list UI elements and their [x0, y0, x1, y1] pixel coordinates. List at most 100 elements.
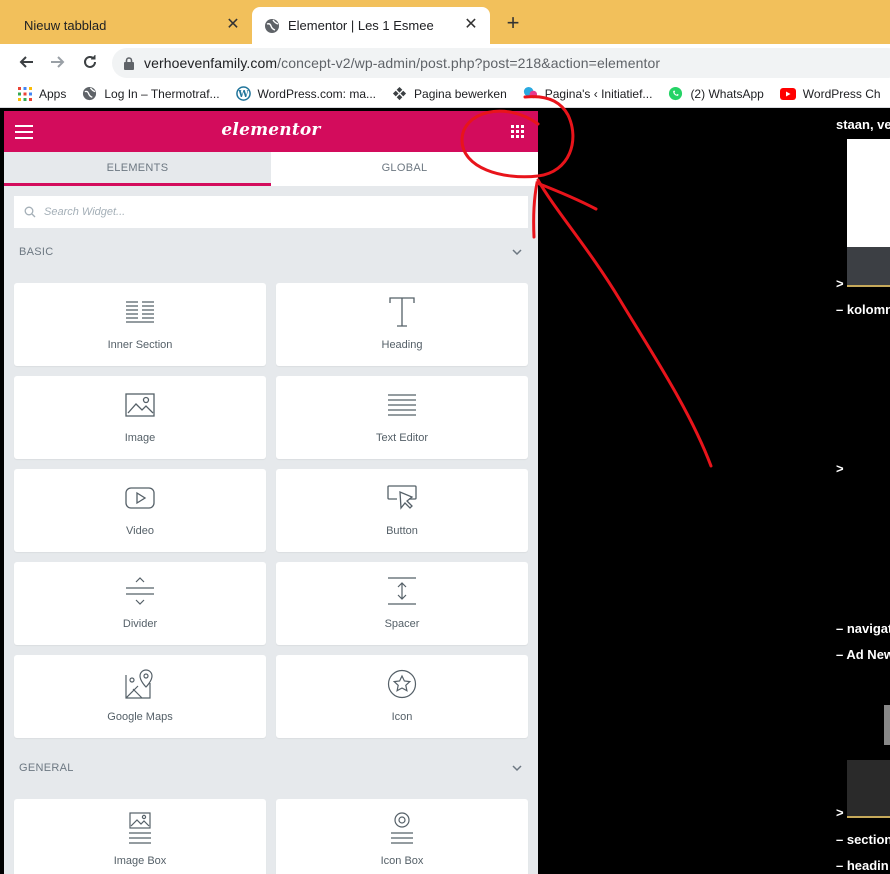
widget-label: Heading	[381, 339, 423, 351]
widget-label: Icon Box	[380, 855, 424, 867]
close-tab-icon[interactable]: ✕	[462, 16, 480, 34]
bookmark-label: (2) WhatsApp	[690, 86, 764, 101]
heading-icon	[389, 297, 415, 327]
category-basic-title[interactable]: BASIC	[19, 246, 54, 258]
page-preview[interactable]: staan, ve > – kolomn > – navigat – Ad Ne…	[538, 111, 890, 874]
bookmark-label: Pagina's ‹ Initiatief...	[544, 86, 653, 101]
search-icon	[24, 206, 36, 218]
panel-tabs: ELEMENTS GLOBAL	[4, 152, 538, 186]
browser-tab-new-tab[interactable]: Nieuw tabblad ✕	[0, 7, 252, 44]
widget-label: Text Editor	[376, 432, 428, 444]
whatsapp-icon	[669, 86, 683, 101]
bookmark-paginas-initiatief[interactable]: Pagina's ‹ Initiatief...	[523, 86, 653, 101]
widget-label: Video	[126, 525, 154, 537]
star-icon	[387, 669, 417, 699]
youtube-icon	[779, 87, 796, 100]
inner-section-icon	[126, 301, 154, 323]
button-icon	[387, 485, 417, 510]
bookmark-label: Apps	[39, 86, 67, 101]
preview-text-line: – headin	[836, 858, 889, 873]
widget-divider[interactable]: Divider	[14, 562, 266, 645]
widget-spacer[interactable]: Spacer	[276, 562, 528, 645]
text-editor-icon	[388, 394, 416, 416]
preview-text-line: >	[836, 276, 844, 291]
preview-text-line: – navigat	[836, 621, 890, 636]
elementor-panel: elementor ELEMENTS GLOBAL Search Widget.…	[4, 111, 538, 874]
widget-button[interactable]: Button	[276, 469, 528, 552]
browser-toolbar: verhoevenfamily.com/concept-v2/wp-admin/…	[0, 44, 890, 80]
widget-video[interactable]: Video	[14, 469, 266, 552]
bookmark-label: Pagina bewerken	[414, 86, 507, 101]
widgets-grid-icon[interactable]	[511, 125, 524, 138]
bookmark-apps[interactable]: Apps	[18, 86, 67, 101]
apps-grid-icon	[18, 86, 32, 101]
globe-icon	[83, 86, 97, 101]
tab-title: Nieuw tabblad	[24, 18, 107, 33]
new-tab-button[interactable]: +	[502, 12, 524, 34]
bookmark-whatsapp[interactable]: (2) WhatsApp	[668, 86, 764, 101]
globe-icon	[265, 18, 279, 33]
elementor-panel-header: elementor	[4, 111, 538, 152]
widget-label: Button	[386, 525, 418, 537]
bookmark-wordpress-com[interactable]: W WordPress.com: ma...	[235, 86, 377, 101]
preview-thumbnail	[884, 705, 890, 745]
widget-label: Inner Section	[107, 339, 173, 351]
image-box-icon	[129, 812, 151, 844]
tab-title: Elementor | Les 1 Esmee	[288, 18, 434, 33]
widget-label: Google Maps	[107, 711, 173, 723]
lock-icon	[124, 56, 134, 70]
preview-text-line: >	[836, 805, 844, 820]
preview-text-line: – section	[836, 832, 890, 847]
forward-arrow-icon[interactable]	[46, 50, 70, 74]
preview-text-line: – kolomn	[836, 302, 890, 317]
widget-text-editor[interactable]: Text Editor	[276, 376, 528, 459]
tab-global[interactable]: GLOBAL	[271, 152, 538, 186]
video-icon	[125, 487, 155, 509]
elementor-logo: elementor	[221, 120, 321, 140]
reload-icon[interactable]	[78, 50, 102, 74]
widget-inner-section[interactable]: Inner Section	[14, 283, 266, 366]
back-arrow-icon[interactable]	[14, 50, 38, 74]
widget-image-box[interactable]: Image Box	[14, 799, 266, 874]
widget-icon-box[interactable]: Icon Box	[276, 799, 528, 874]
widget-heading[interactable]: Heading	[276, 283, 528, 366]
bookmark-wordpress-ch[interactable]: WordPress Ch	[779, 86, 881, 101]
preview-thumbnail	[847, 139, 890, 287]
url-path: /concept-v2/wp-admin/post.php?post=218&a…	[277, 55, 661, 71]
google-maps-icon	[125, 669, 153, 699]
bookmark-label: WordPress Ch	[802, 86, 881, 101]
bookmark-icon	[523, 86, 537, 99]
widget-icon[interactable]: Icon	[276, 655, 528, 738]
wordpress-icon: W	[235, 86, 251, 101]
address-bar[interactable]: verhoevenfamily.com/concept-v2/wp-admin/…	[112, 48, 890, 78]
search-widget-input[interactable]: Search Widget...	[14, 196, 528, 228]
preview-text-line: staan, ve	[836, 117, 890, 132]
bookmark-pagina-bewerken[interactable]: Pagina bewerken	[392, 86, 507, 101]
bookmarks-bar: Apps Log In – Thermotraf... W WordPress.…	[0, 80, 890, 108]
widget-label: Icon	[391, 711, 413, 723]
widget-image[interactable]: Image	[14, 376, 266, 459]
chevron-down-icon[interactable]	[512, 763, 522, 773]
chevron-down-icon[interactable]	[512, 247, 522, 257]
widget-label: Image Box	[113, 855, 167, 867]
image-icon	[125, 393, 155, 417]
preview-text-line: – Ad New	[836, 647, 890, 662]
divider-icon	[126, 577, 154, 605]
url-domain: verhoevenfamily.com	[144, 55, 278, 71]
widget-google-maps[interactable]: Google Maps	[14, 655, 266, 738]
browser-tab-strip: Nieuw tabblad ✕ Elementor | Les 1 Esmee …	[0, 0, 890, 44]
icon-box-icon	[391, 812, 413, 844]
widget-label: Image	[124, 432, 156, 444]
category-general-title[interactable]: GENERAL	[19, 762, 74, 774]
browser-tab-elementor[interactable]: Elementor | Les 1 Esmee ✕	[252, 7, 490, 44]
bookmark-thermotraf[interactable]: Log In – Thermotraf...	[82, 86, 220, 101]
close-tab-icon[interactable]: ✕	[224, 16, 242, 34]
spacer-icon	[388, 577, 416, 605]
tab-elements[interactable]: ELEMENTS	[4, 152, 271, 186]
puzzle-icon	[392, 86, 407, 101]
widget-label: Divider	[122, 618, 158, 630]
widget-label: Spacer	[384, 618, 420, 630]
search-placeholder: Search Widget...	[44, 206, 126, 218]
bookmark-label: WordPress.com: ma...	[257, 86, 377, 101]
preview-text-line: >	[836, 461, 844, 476]
